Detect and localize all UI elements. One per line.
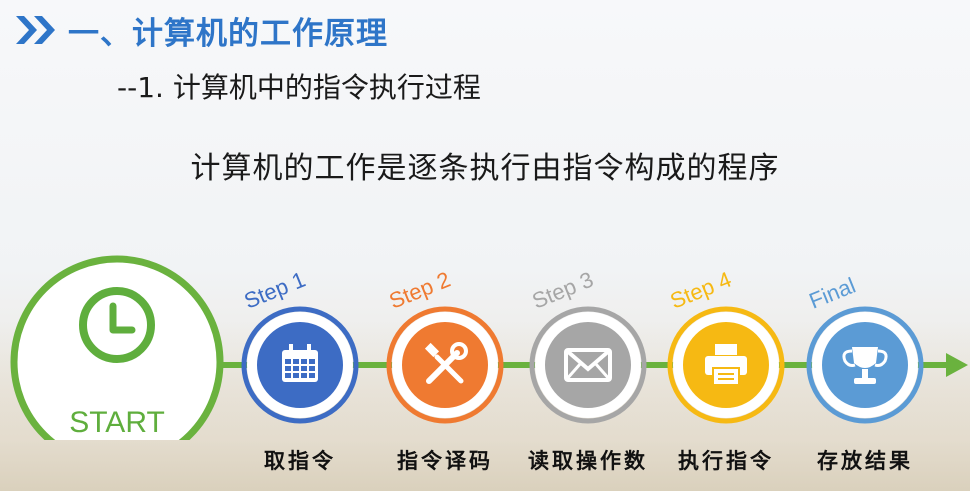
step-caption-3: 读取操作数 [528, 448, 648, 473]
step-caption-1: 取指令 [264, 448, 336, 473]
step-tag-5: Final [806, 273, 860, 314]
process-flow: START Step 1 Step 2 Step 3 Step 4 Final [10, 255, 968, 440]
step-caption-5: 存放结果 [817, 448, 913, 473]
step-node-3: Step 3 [529, 267, 647, 424]
start-label: START [69, 406, 165, 439]
flow-arrowhead [946, 353, 968, 377]
page-title: 一、计算机的工作原理 [68, 15, 388, 52]
double-chevron-icon [16, 16, 55, 44]
step-node-1: Step 1 [241, 267, 359, 424]
step-caption-2: 指令译码 [397, 448, 493, 473]
statement-text: 计算机的工作是逐条执行由指令构成的程序 [190, 151, 780, 186]
step-node-2: Step 2 [386, 267, 504, 424]
step-caption-4: 执行指令 [678, 448, 774, 473]
slide-header: 一、计算机的工作原理 [12, 8, 388, 52]
page-subtitle: --1. 计算机中的指令执行过程 [117, 71, 481, 104]
start-node: START [10, 255, 224, 440]
step-node-4: Step 4 [667, 267, 785, 424]
step-node-5: Final [806, 273, 924, 424]
